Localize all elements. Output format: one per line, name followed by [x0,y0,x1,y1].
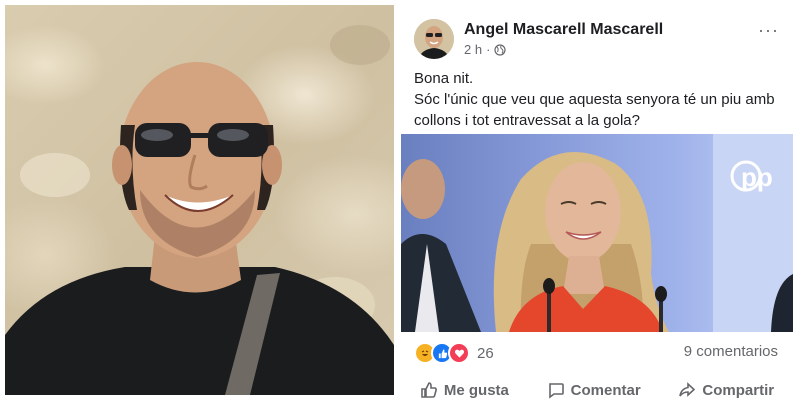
comment-icon [548,383,564,399]
reactions-summary[interactable]: 26 [414,342,494,364]
share-button-label: Compartir [702,381,775,399]
man-portrait-illustration [5,25,394,395]
author-name[interactable]: Angel Mascarell Mascarell [464,21,663,39]
author-avatar[interactable] [414,19,454,59]
more-options-icon[interactable]: ··· [758,21,779,39]
share-icon [679,382,696,397]
globe-icon[interactable] [494,43,507,56]
comment-button-label: Comentar [570,381,641,399]
meta-separator: · [486,42,491,57]
post-text: Bona nit. Sóc l'únic que veu que aquesta… [414,68,784,131]
post-meta: 2 h · [464,42,507,57]
comments-count-link[interactable]: 9 comentarios [684,343,778,360]
post-text-line-1: Bona nit. [414,70,474,87]
love-reaction-icon [448,342,470,364]
profile-photo [5,5,394,395]
post-image-illustration: pp [401,134,793,332]
share-button[interactable]: Compartir [678,381,774,399]
reaction-count: 26 [477,344,494,362]
post-time[interactable]: 2 h [464,42,482,57]
post-actions-bar: Me gusta Comentar Compartir [401,381,793,411]
like-icon [421,382,437,398]
post-text-line-2: Sóc l'únic que veu que aquesta senyora t… [414,91,775,129]
comment-button[interactable]: Comentar [547,381,641,399]
like-button-label: Me gusta [443,381,509,399]
avatar-portrait [414,19,454,59]
facebook-post: Angel Mascarell Mascarell 2 h · ··· Bona… [401,5,793,401]
party-logo-text: pp [741,162,773,192]
like-button[interactable]: Me gusta [420,381,509,399]
post-image[interactable]: pp [401,134,793,332]
